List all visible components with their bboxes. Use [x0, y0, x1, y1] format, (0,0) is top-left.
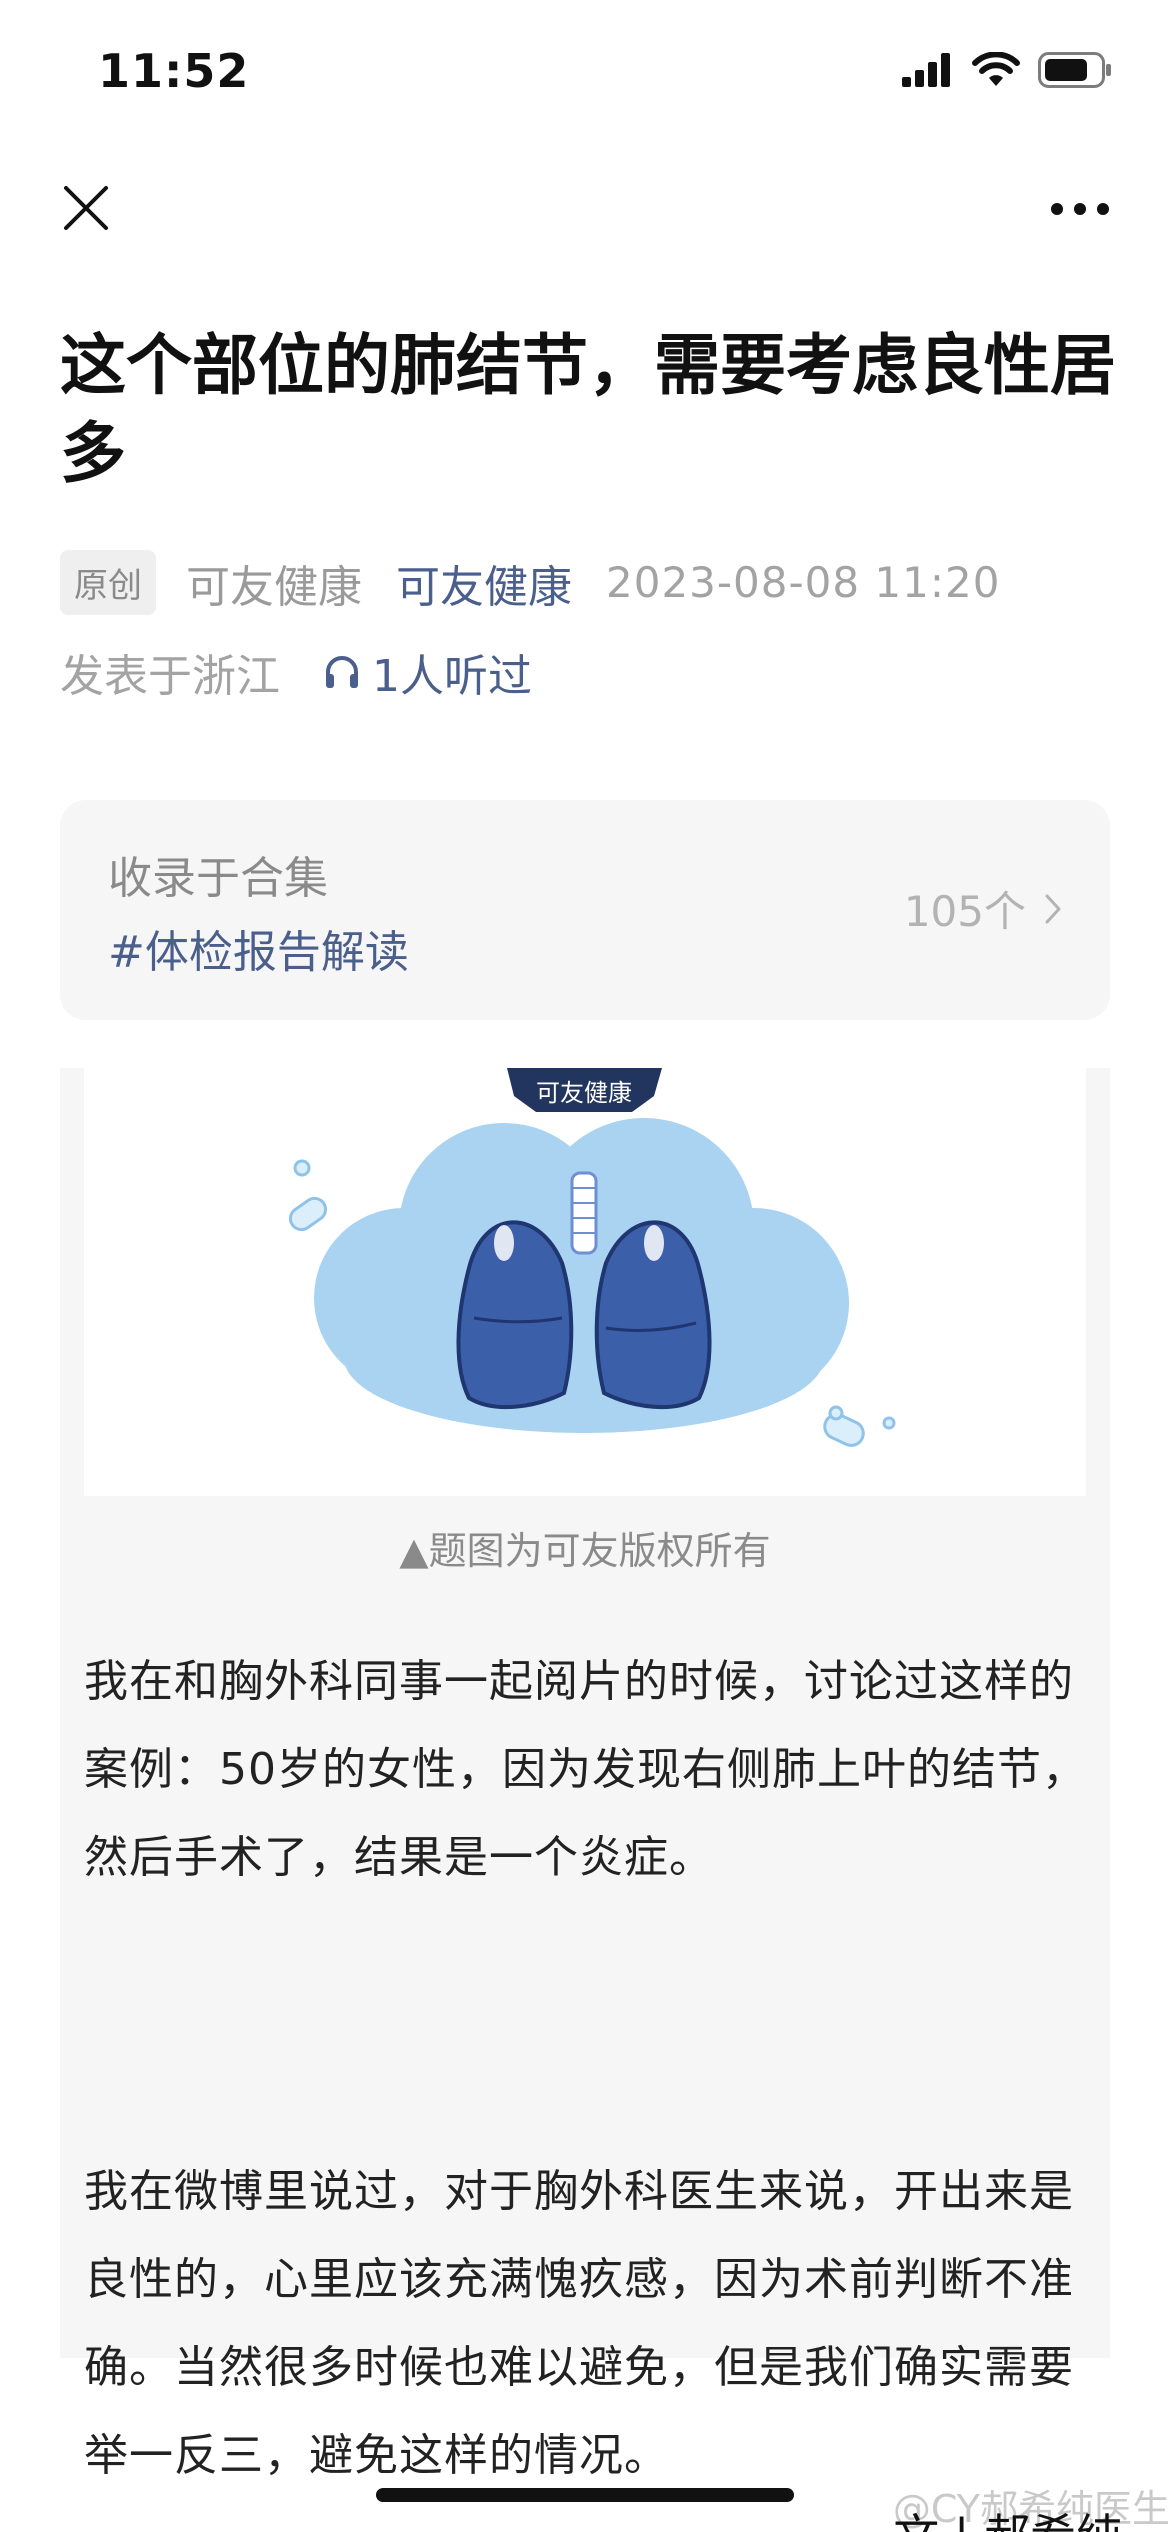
- listen-button[interactable]: 1人听过: [322, 640, 532, 704]
- author-name: 可友健康: [186, 561, 362, 613]
- publish-location: 发表于浙江: [60, 651, 280, 702]
- banner-label: 可友健康: [536, 1079, 632, 1107]
- figure-caption: ▲题图为可友版权所有: [399, 1529, 771, 1573]
- listen-count: 1人听过: [372, 651, 532, 702]
- left-lung: [456, 1220, 574, 1409]
- status-time: 11:52: [98, 44, 250, 98]
- paragraph-2: 我在微博里说过，对于胸外科医生来说，开出来是良性的，心里应该充满愧疚感，因为术前…: [84, 2166, 1074, 2481]
- cloud-shape: [314, 1118, 849, 1433]
- footer-peek-text: 文 | 郝希纯: [893, 2500, 1122, 2532]
- battery-icon: [1038, 52, 1111, 88]
- collection-count: 105个: [904, 878, 1062, 939]
- publish-datetime: 2023-08-08 11:20: [606, 558, 1001, 607]
- lung-illustration: 可友健康: [288, 1068, 896, 1447]
- paragraph-1: 我在和胸外科同事一起阅片的时候，讨论过这样的案例：50岁的女性，因为发现右侧肺上…: [84, 1656, 1087, 1883]
- header-illustration: 可友健康: [84, 1068, 1086, 1496]
- status-bar: 11:52: [0, 0, 1170, 140]
- original-badge: 原创: [60, 550, 156, 615]
- article-title: 这个部位的肺结节，需要考虑良性居多: [60, 327, 1116, 492]
- status-icons: [902, 52, 1112, 88]
- more-icon: [1051, 203, 1109, 215]
- article-meta: 原创 可友健康 可友健康 2023-08-08 11:20: [60, 550, 1000, 615]
- article-meta-2: 发表于浙江 1人听过: [60, 640, 532, 704]
- collection-label: 收录于合集: [108, 853, 328, 904]
- collection-count-text: 105个: [903, 887, 1026, 936]
- chevron-right-icon: [1045, 894, 1061, 923]
- nav-bar: [0, 160, 1170, 260]
- signal-icon: [902, 53, 950, 87]
- wifi-icon: [972, 52, 1020, 86]
- home-indicator[interactable]: [376, 2488, 794, 2502]
- collection-card[interactable]: 收录于合集 #体检报告解读 105个: [60, 800, 1110, 1020]
- close-icon: [64, 186, 108, 230]
- article-body: 可友健康 ▲题图为可友版权所有 我在和胸外科同事一起阅片的时候，讨论过这样的案例…: [60, 1068, 1110, 2481]
- collection-tag[interactable]: #体检报告解读: [108, 916, 409, 980]
- account-link[interactable]: 可友健康: [396, 551, 572, 615]
- more-button[interactable]: [1040, 184, 1120, 234]
- headphones-icon: [326, 656, 358, 688]
- trachea: [570, 1171, 598, 1255]
- close-button[interactable]: [56, 178, 116, 238]
